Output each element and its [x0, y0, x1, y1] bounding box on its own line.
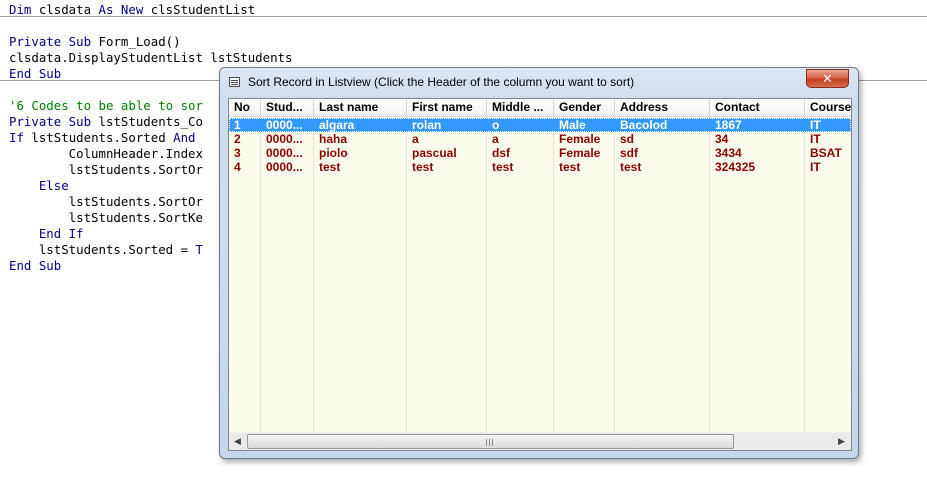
column-header[interactable]: Gender [554, 99, 615, 117]
scroll-right-icon[interactable]: ▶ [833, 433, 850, 450]
table-cell: 0000... [266, 146, 303, 160]
table-cell: Female [559, 146, 601, 160]
table-cell: Female [559, 132, 601, 146]
column-header[interactable]: Course [805, 99, 851, 117]
column-header[interactable]: Contact [710, 99, 805, 117]
code-line: lstStudents.SortOr [9, 194, 203, 210]
code-keyword: Private Sub [9, 34, 99, 49]
column-header[interactable]: Stud... [261, 99, 314, 117]
code-text: lstStudents.Sorted [31, 130, 174, 145]
code-keyword: Dim [9, 2, 39, 17]
code-line: lstStudents.Sorted = T [9, 242, 203, 258]
code-keyword: Private Sub [9, 114, 99, 129]
code-line: Private Sub lstStudents_Co [9, 114, 203, 130]
code-line: End Sub [9, 258, 61, 274]
code-text: lstStudents.SortOr [9, 194, 203, 209]
code-line: lstStudents.SortKe [9, 210, 203, 226]
code-keyword: End Sub [9, 66, 62, 81]
table-cell: dsf [492, 146, 510, 160]
sort-record-dialog: Sort Record in Listview (Click the Heade… [219, 67, 859, 459]
code-line: End If [9, 226, 84, 242]
table-cell: 0000... [266, 132, 303, 146]
column-header[interactable]: First name [407, 99, 487, 117]
table-cell: a [492, 132, 499, 146]
table-cell: IT [810, 160, 821, 174]
table-cell: haha [319, 132, 348, 146]
code-text: lstStudents.SortKe [9, 210, 203, 225]
table-cell: test [620, 160, 642, 174]
table-cell: sd [620, 132, 635, 146]
table-row[interactable]: 1 0000... algara rolan o Male Bacolod 1867 IT [229, 118, 851, 132]
code-line: If lstStudents.Sorted And [9, 130, 203, 146]
table-cell: test [492, 160, 514, 174]
scrollbar-thumb[interactable] [247, 434, 734, 449]
table-row[interactable]: 3 0000... piolo pascual dsf Female sdf 3434 BSAT [229, 146, 851, 160]
column-header[interactable]: Middle ... [487, 99, 554, 117]
title-bar[interactable]: Sort Record in Listview (Click the Heade… [220, 68, 858, 96]
code-text: lstStudents.SortOr [9, 162, 203, 177]
table-cell: 0000... [266, 160, 303, 174]
code-keyword: As New [98, 2, 151, 17]
table-cell: 4 [234, 160, 241, 174]
column-header[interactable]: Address [615, 99, 710, 117]
code-keyword: And [173, 130, 203, 145]
scroll-left-icon[interactable]: ◀ [229, 433, 246, 450]
column-header[interactable]: Last name [314, 99, 407, 117]
table-cell: 34 [715, 132, 729, 146]
column-header-row: No Stud... Last name First name Middle ... Ge… [229, 99, 851, 117]
code-text: clsdata [38, 2, 99, 17]
procedure-separator [0, 16, 927, 17]
student-listview[interactable]: No Stud... Last name First name Middle ... Ge… [228, 98, 852, 451]
table-cell: IT [810, 132, 821, 146]
code-line: '6 Codes to be able to sor [9, 98, 203, 114]
table-row[interactable]: 4 0000... test test test test test 324325 IT [229, 160, 851, 174]
code-text: lstStudents_Co [98, 114, 203, 129]
code-line: clsdata.DisplayStudentList lstStudents [9, 50, 292, 66]
window-app-icon [229, 77, 240, 87]
code-keyword: End If [9, 226, 84, 241]
table-cell: test [559, 160, 581, 174]
column-header[interactable]: No [229, 99, 261, 117]
code-keyword: T [195, 242, 203, 257]
code-keyword: If [9, 130, 32, 145]
window-title: Sort Record in Listview (Click the Heade… [248, 75, 635, 89]
table-cell: a [412, 132, 419, 146]
table-cell: 2 [234, 132, 241, 146]
code-text: clsdata.DisplayStudentList lstStudents [9, 50, 293, 65]
code-text: Form_Load() [98, 34, 181, 49]
listview-content: No Stud... Last name First name Middle ... Ge… [229, 99, 851, 432]
table-cell: sdf [620, 146, 638, 160]
focus-rectangle [229, 118, 851, 132]
close-button[interactable]: ✕ [806, 69, 849, 88]
table-cell: 324325 [715, 160, 756, 174]
horizontal-scrollbar[interactable]: ◀ ▶ [229, 432, 851, 450]
code-line: ColumnHeader.Index [9, 146, 203, 162]
code-text: ColumnHeader.Index [9, 146, 203, 161]
table-cell: pascual [412, 146, 457, 160]
code-line: lstStudents.SortOr [9, 162, 203, 178]
code-text: clsStudentList [150, 2, 256, 17]
code-line: Else [9, 178, 69, 194]
table-cell: 3 [234, 146, 241, 160]
table-cell: test [319, 160, 341, 174]
code-keyword: End Sub [9, 258, 62, 273]
code-line: Private Sub Form_Load() [9, 34, 181, 50]
table-cell: piolo [319, 146, 348, 160]
code-keyword: Else [9, 178, 69, 193]
table-cell: BSAT [810, 146, 842, 160]
table-cell: 3434 [715, 146, 742, 160]
table-row[interactable]: 2 0000... haha a a Female sd 34 IT [229, 132, 851, 146]
code-comment: '6 Codes to be able to sor [9, 98, 203, 113]
code-text: lstStudents.Sorted = [9, 242, 196, 257]
table-cell: test [412, 160, 434, 174]
grip-icon [486, 439, 495, 446]
